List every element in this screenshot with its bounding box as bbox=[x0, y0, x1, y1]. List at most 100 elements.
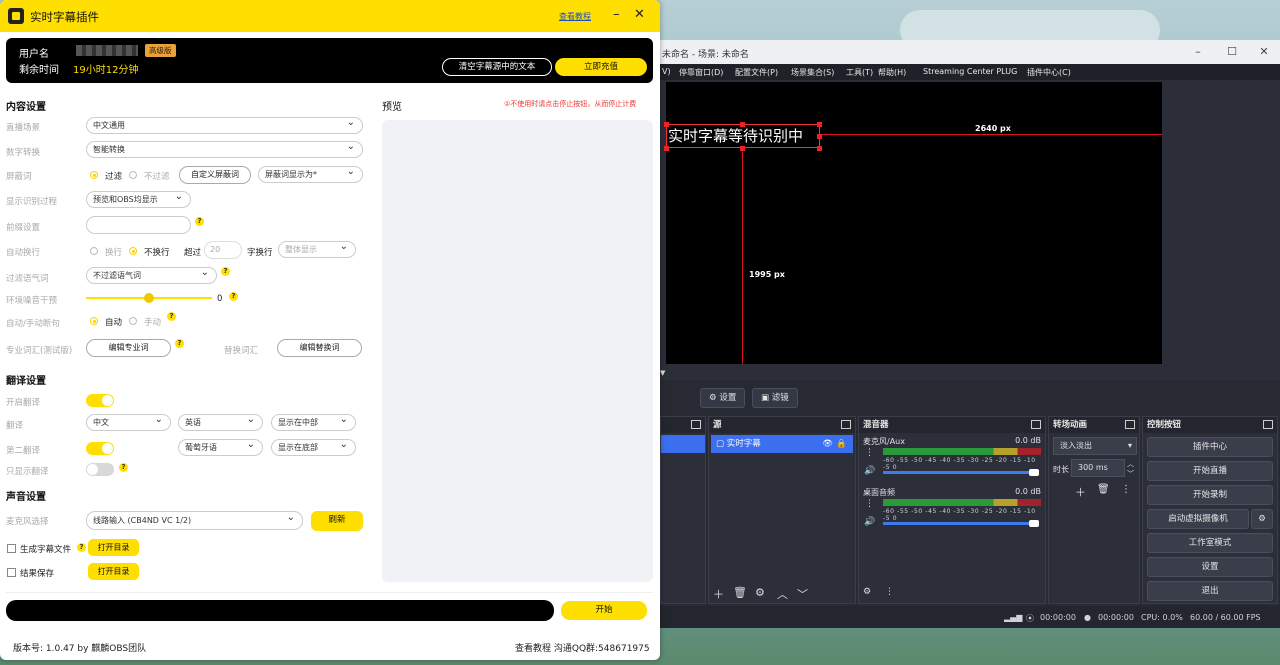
enable-translation-toggle[interactable] bbox=[86, 394, 114, 407]
settings-button[interactable]: ⚙ 设置 bbox=[700, 388, 746, 408]
help-icon[interactable]: ? bbox=[175, 339, 184, 348]
subtitle-source-box[interactable]: 实时字幕等待识别中 bbox=[666, 124, 820, 148]
open-subtitle-dir-button[interactable]: 打开目录 bbox=[88, 539, 139, 556]
help-icon[interactable]: ? bbox=[119, 463, 128, 472]
edit-replace-button[interactable]: 编辑替换词 bbox=[277, 339, 362, 357]
filters-button[interactable]: ▣ 滤镜 bbox=[752, 388, 798, 408]
menu-item-scene-collection[interactable]: 场景集合(S) bbox=[791, 67, 834, 78]
virtual-camera-gear-icon[interactable]: ⚙ bbox=[1251, 509, 1273, 529]
mic-select[interactable]: 线路输入 (CB4ND VC 1/2) bbox=[86, 509, 303, 530]
help-icon[interactable]: ? bbox=[221, 267, 230, 276]
start-recording-button[interactable]: 开始录制 bbox=[1147, 485, 1273, 505]
translation-position-select[interactable]: 显示在中部 bbox=[271, 412, 356, 431]
help-icon[interactable]: ? bbox=[229, 292, 238, 301]
studio-mode-button[interactable]: 工作室模式 bbox=[1147, 533, 1273, 553]
noise-slider-knob[interactable] bbox=[144, 293, 154, 303]
resize-handle[interactable] bbox=[664, 122, 669, 127]
stepper-icon[interactable]: ︿ ﹀ bbox=[1127, 459, 1134, 479]
trash-icon[interactable]: 🗑 bbox=[733, 586, 747, 599]
move-up-icon[interactable]: ︿ bbox=[777, 586, 788, 602]
open-result-dir-button[interactable]: 打开目录 bbox=[88, 563, 139, 580]
undock-icon[interactable] bbox=[1263, 420, 1273, 429]
resize-handle[interactable] bbox=[664, 146, 669, 151]
eye-icon[interactable]: 👁 bbox=[822, 435, 833, 453]
mic-volume-slider[interactable] bbox=[883, 471, 1033, 474]
gear-icon[interactable]: ⚙ bbox=[755, 586, 765, 599]
volume-icon[interactable]: 🔊 bbox=[864, 517, 875, 527]
help-icon[interactable]: ? bbox=[195, 217, 204, 226]
custom-block-words-button[interactable]: 自定义屏蔽词 bbox=[179, 166, 251, 184]
recharge-button[interactable]: 立即充值 bbox=[555, 58, 647, 76]
edit-terminology-button[interactable]: 编辑专业词 bbox=[86, 339, 171, 357]
start-streaming-button[interactable]: 开始直播 bbox=[1147, 461, 1273, 481]
obs-settings-button[interactable]: 设置 bbox=[1147, 557, 1273, 577]
resize-handle[interactable] bbox=[817, 122, 822, 127]
trash-icon[interactable]: 🗑 bbox=[1097, 484, 1110, 495]
more-icon[interactable]: ⋮ bbox=[885, 587, 894, 597]
add-icon[interactable]: ＋ bbox=[1075, 484, 1086, 500]
filler-words-select[interactable]: 不过滤语气词 bbox=[86, 265, 217, 284]
number-conversion-select[interactable]: 智能转换 bbox=[86, 139, 363, 158]
clear-text-button[interactable]: 清空字幕源中的文本 bbox=[442, 58, 552, 76]
resize-handle[interactable] bbox=[740, 122, 745, 127]
mic-volume-knob[interactable] bbox=[1029, 469, 1039, 476]
second-translation-toggle[interactable] bbox=[86, 442, 114, 455]
no-filter-radio[interactable] bbox=[129, 171, 137, 179]
second-language-select[interactable]: 葡萄牙语 bbox=[178, 437, 263, 456]
help-icon[interactable]: ? bbox=[77, 543, 86, 552]
menu-item-help[interactable]: 帮助(H) bbox=[878, 67, 906, 78]
maximize-icon[interactable]: ☐ bbox=[1222, 43, 1242, 61]
wrap-radio[interactable] bbox=[90, 247, 98, 255]
undock-icon[interactable] bbox=[691, 420, 701, 429]
more-icon[interactable]: ⋮ bbox=[865, 448, 874, 458]
mixer-gear-icon[interactable]: ⚙ bbox=[863, 587, 871, 597]
start-button[interactable]: 开始 bbox=[561, 601, 647, 620]
auto-break-radio[interactable] bbox=[90, 317, 98, 325]
source-language-select[interactable]: 中文 bbox=[86, 412, 171, 431]
undock-icon[interactable] bbox=[841, 420, 851, 429]
menu-item-tools[interactable]: 工具(T) bbox=[846, 67, 873, 78]
block-display-select[interactable]: 屏蔽词显示为* bbox=[258, 164, 363, 183]
plugin-center-button[interactable]: 插件中心 bbox=[1147, 437, 1273, 457]
nowrap-radio[interactable] bbox=[129, 247, 137, 255]
duration-input[interactable]: 300 ms bbox=[1071, 459, 1125, 477]
whole-display-select[interactable]: 整体显示 bbox=[278, 239, 356, 258]
more-icon[interactable]: ⋮ bbox=[1121, 484, 1131, 495]
exceed-chars-input[interactable]: 20 bbox=[204, 241, 242, 259]
filter-radio[interactable] bbox=[90, 171, 98, 179]
menu-item-profile[interactable]: 配置文件(P) bbox=[735, 67, 778, 78]
menu-item-plugin-center[interactable]: 插件中心(C) bbox=[1027, 67, 1071, 78]
second-position-select[interactable]: 显示在底部 bbox=[271, 437, 356, 456]
transition-select[interactable]: 淡入淡出 ▾ bbox=[1053, 437, 1137, 455]
menu-item-streaming-center[interactable]: Streaming Center PLUG bbox=[923, 67, 1017, 76]
lock-icon[interactable]: 🔒 bbox=[836, 435, 847, 453]
refresh-button[interactable]: 刷新 bbox=[311, 511, 363, 531]
minimize-icon[interactable]: – bbox=[613, 7, 620, 22]
scene-item[interactable] bbox=[661, 435, 705, 453]
tutorial-link[interactable]: 查看教程 bbox=[559, 11, 591, 22]
close-icon[interactable]: ✕ bbox=[634, 7, 645, 22]
add-icon[interactable]: ＋ bbox=[713, 586, 724, 602]
volume-icon[interactable]: 🔊 bbox=[864, 466, 875, 476]
resize-handle[interactable] bbox=[817, 146, 822, 151]
minimize-icon[interactable]: – bbox=[1188, 43, 1208, 61]
help-icon[interactable]: ? bbox=[167, 312, 176, 321]
desktop-volume-slider[interactable] bbox=[883, 522, 1033, 525]
scene-select[interactable]: 中文通用 bbox=[86, 115, 363, 134]
menu-item-dock[interactable]: 停靠窗口(D) bbox=[679, 67, 723, 78]
source-item-subtitle[interactable]: ▢ 实时字幕 👁 🔒 bbox=[711, 435, 853, 453]
prefix-input[interactable] bbox=[86, 216, 191, 234]
move-down-icon[interactable]: ﹀ bbox=[797, 586, 808, 602]
undock-icon[interactable] bbox=[1031, 420, 1041, 429]
desktop-volume-knob[interactable] bbox=[1029, 520, 1039, 527]
manual-break-radio[interactable] bbox=[129, 317, 137, 325]
collapse-arrow-icon[interactable]: ▼ bbox=[660, 369, 665, 377]
more-icon[interactable]: ⋮ bbox=[865, 499, 874, 509]
exit-button[interactable]: 退出 bbox=[1147, 581, 1273, 601]
show-process-select[interactable]: 预览和OBS均显示 bbox=[86, 189, 191, 208]
save-result-checkbox[interactable] bbox=[7, 568, 16, 577]
undock-icon[interactable] bbox=[1125, 420, 1135, 429]
resize-handle[interactable] bbox=[740, 146, 745, 151]
only-translation-toggle[interactable] bbox=[86, 463, 114, 476]
virtual-camera-button[interactable]: 启动虚拟摄像机 bbox=[1147, 509, 1249, 529]
